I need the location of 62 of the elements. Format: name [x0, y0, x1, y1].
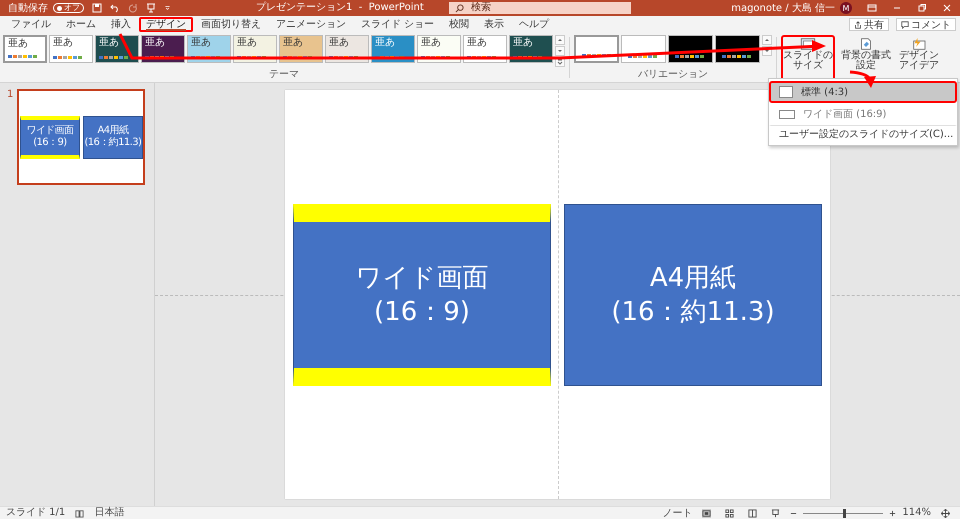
undo-icon[interactable] — [110, 3, 120, 13]
search-field[interactable]: 検索 — [448, 2, 631, 14]
slideshow-icon[interactable] — [771, 508, 780, 518]
restore-icon[interactable] — [917, 3, 927, 13]
design-ideas-button[interactable]: デザインアイデア — [897, 35, 941, 82]
theme-thumbnail[interactable]: 亜あ — [3, 35, 47, 63]
ribbon-tab[interactable]: 画面切り替え — [194, 17, 268, 32]
slide-thumbnail[interactable]: ワイド画面 (16：9) A4用紙 (16：約11.3) — [17, 89, 146, 185]
slide-counter: スライド 1/1 — [6, 507, 66, 519]
shape-text: ワイド画面 (16：9) — [356, 262, 488, 328]
shape-text: A4用紙 (16：約11.3) — [84, 125, 142, 149]
rectangle-shape[interactable]: ワイド画面 (16：9) — [293, 204, 551, 386]
format-background-icon — [858, 38, 874, 50]
autosave-toggle[interactable]: オフ — [53, 3, 84, 13]
shape-text: ワイド画面 (16：9) — [26, 125, 74, 149]
reading-view-icon[interactable] — [748, 508, 758, 518]
user-avatar[interactable]: M — [840, 2, 852, 14]
annotation-arrow — [850, 70, 876, 88]
scroll-down-icon[interactable] — [555, 46, 565, 56]
book-icon[interactable] — [75, 508, 84, 518]
comment-button[interactable]: コメント — [896, 18, 956, 31]
slide-number: 1 — [7, 89, 14, 102]
menu-item[interactable]: ユーザー設定のスライドのサイズ(C)... — [769, 125, 957, 143]
ribbon-tab[interactable]: スライド ショー — [354, 17, 442, 32]
ribbon-tab[interactable]: アニメーション — [269, 17, 353, 32]
ribbon-tab[interactable]: ヘルプ — [512, 17, 556, 32]
theme-thumbnail[interactable]: 亜あ — [95, 35, 139, 63]
close-icon[interactable] — [942, 3, 952, 13]
scroll-up-icon[interactable] — [762, 35, 772, 45]
search-icon — [454, 4, 464, 12]
zoom-thumb[interactable] — [843, 508, 846, 518]
window-title: プレゼンテーション1 - PowerPoint — [256, 2, 424, 14]
menu-item[interactable]: 標準 (4:3) — [769, 81, 957, 103]
user-name: magonote / 大島 信一 — [731, 2, 835, 15]
scroll-up-icon[interactable] — [555, 35, 565, 45]
group-label: バリエーション — [638, 68, 708, 82]
autosave-label: 自動保存 — [8, 2, 48, 15]
presentation-icon[interactable] — [146, 3, 156, 13]
notes-button[interactable]: ノート — [662, 506, 692, 519]
ribbon-display-icon[interactable] — [867, 3, 877, 13]
zoom-in-icon[interactable] — [889, 510, 896, 516]
group-label: テーマ — [269, 68, 299, 82]
menu-item[interactable]: ワイド画面 (16:9) — [769, 103, 957, 125]
language-indicator[interactable]: 日本語 — [94, 507, 124, 519]
ribbon-tab[interactable]: 表示 — [477, 17, 512, 32]
comment-icon — [901, 20, 909, 28]
format-background-button[interactable]: 背景の書式設定 — [839, 35, 893, 82]
grid-view-icon[interactable] — [725, 508, 734, 518]
shape-text: A4用紙 (16：約11.3) — [611, 262, 775, 328]
save-icon[interactable] — [92, 3, 102, 13]
fit-slide-icon[interactable] — [941, 508, 950, 518]
ribbon-tab[interactable]: ファイル — [4, 17, 58, 32]
zoom-level: 114% — [902, 507, 931, 519]
theme-thumbnail[interactable]: 亜あ — [49, 35, 93, 63]
ribbon-tab[interactable]: 挿入 — [104, 17, 138, 32]
share-button[interactable]: 共有 — [849, 18, 889, 31]
ribbon-tab[interactable]: 校閲 — [442, 17, 476, 32]
rectangle-shape[interactable]: A4用紙 (16：約11.3) — [564, 204, 822, 386]
ribbon-tab[interactable]: ホーム — [59, 17, 103, 32]
normal-view-icon[interactable] — [702, 508, 712, 518]
lightning-icon — [911, 38, 927, 50]
share-icon — [854, 20, 862, 28]
